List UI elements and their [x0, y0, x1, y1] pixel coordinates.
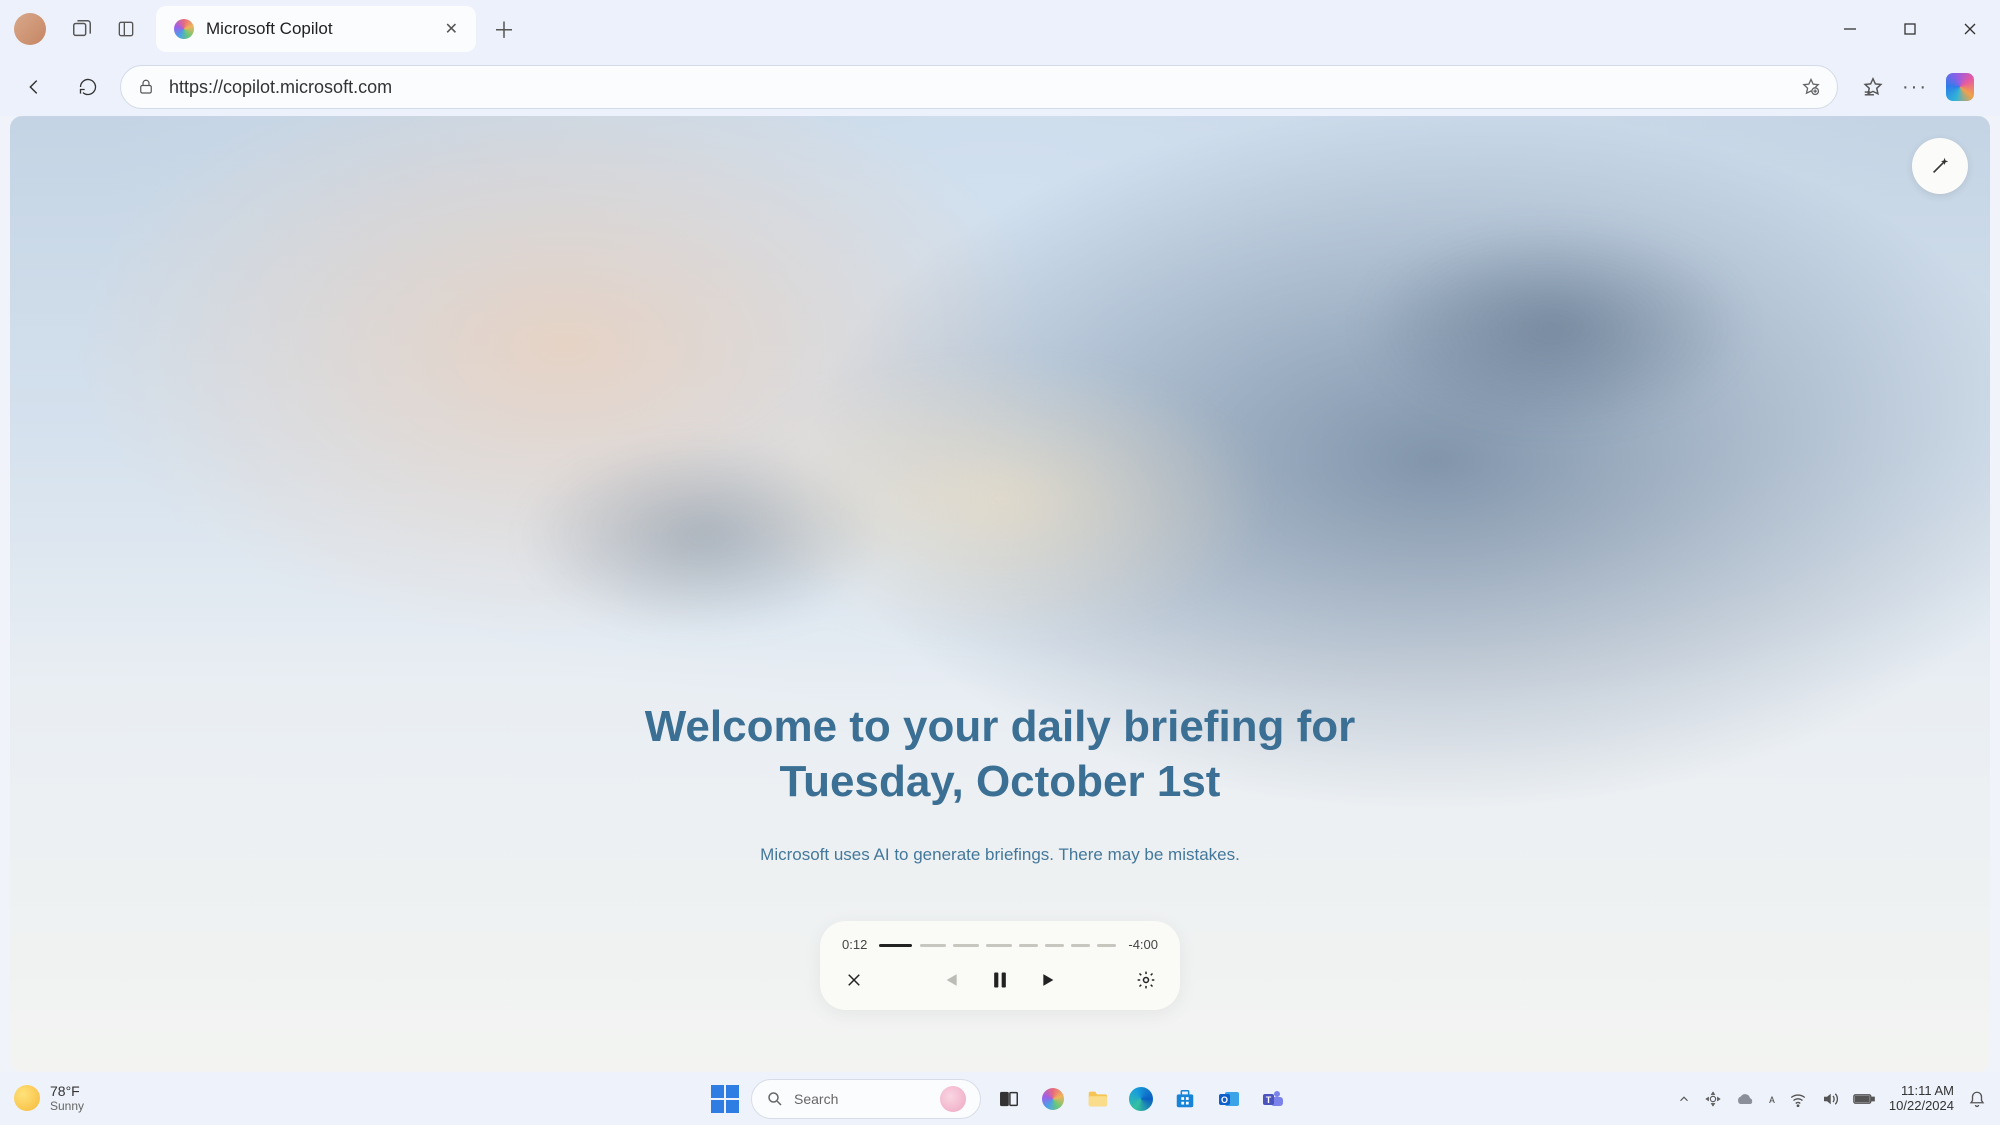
headline-line2: Tuesday, October 1st — [645, 754, 1356, 809]
clock-date: 10/22/2024 — [1889, 1099, 1954, 1114]
toolbar-right: ··· — [1848, 73, 1988, 101]
start-button[interactable] — [711, 1085, 739, 1113]
tray-chevron-icon[interactable] — [1677, 1092, 1691, 1106]
edge-icon[interactable] — [1125, 1083, 1157, 1115]
seek-track[interactable] — [879, 943, 1116, 947]
weather-temp: 78°F — [50, 1084, 84, 1099]
window-maximize-button[interactable] — [1880, 0, 1940, 58]
player-controls — [842, 968, 1158, 992]
address-bar-row: https://copilot.microsoft.com ··· — [0, 58, 2000, 116]
wifi-icon[interactable] — [1789, 1091, 1807, 1107]
copilot-sidebar-icon[interactable] — [1946, 73, 1974, 101]
task-view-icon[interactable] — [993, 1083, 1025, 1115]
copilot-taskbar-icon[interactable] — [1037, 1083, 1069, 1115]
tab-close-button[interactable]: ✕ — [445, 19, 458, 39]
new-tab-button[interactable]: ＋ — [482, 7, 526, 51]
favorites-button[interactable] — [1862, 76, 1884, 98]
clock-time: 11:11 AM — [1889, 1084, 1954, 1099]
browser-tab[interactable]: Microsoft Copilot ✕ — [156, 6, 476, 52]
player-settings-button[interactable] — [1134, 968, 1158, 992]
tray-sync-icon[interactable] — [1705, 1091, 1721, 1107]
skip-back-button[interactable] — [938, 968, 962, 992]
store-icon[interactable] — [1169, 1083, 1201, 1115]
favorite-star-icon[interactable] — [1801, 77, 1821, 97]
workspaces-icon[interactable] — [60, 7, 104, 51]
language-indicator[interactable]: ᴀ — [1769, 1092, 1775, 1106]
taskbar-search[interactable]: Search — [751, 1079, 981, 1119]
browser-chrome: Microsoft Copilot ✕ ＋ https://copilot.mi… — [0, 0, 2000, 116]
system-tray: ᴀ 11:11 AM 10/22/2024 — [1677, 1084, 1986, 1114]
url-text: https://copilot.microsoft.com — [169, 77, 1787, 98]
battery-icon[interactable] — [1853, 1092, 1875, 1106]
customize-wand-button[interactable] — [1912, 138, 1968, 194]
elapsed-time: 0:12 — [842, 937, 867, 952]
search-placeholder: Search — [794, 1091, 838, 1107]
window-minimize-button[interactable] — [1820, 0, 1880, 58]
onedrive-icon[interactable] — [1735, 1092, 1755, 1106]
sun-icon — [14, 1085, 40, 1111]
more-menu-button[interactable]: ··· — [1902, 76, 1928, 99]
progress-row: 0:12 -4:00 — [842, 937, 1158, 952]
svg-text:T: T — [1266, 1095, 1272, 1105]
briefing-headline: Welcome to your daily briefing for Tuesd… — [645, 699, 1356, 809]
back-button[interactable] — [12, 65, 56, 109]
tab-title: Microsoft Copilot — [206, 19, 433, 39]
profile-avatar[interactable] — [14, 13, 46, 45]
teams-icon[interactable]: T — [1257, 1083, 1289, 1115]
notifications-icon[interactable] — [1968, 1090, 1986, 1108]
file-explorer-icon[interactable] — [1081, 1083, 1113, 1115]
search-highlight-icon — [940, 1086, 966, 1112]
audio-player: 0:12 -4:00 — [820, 921, 1180, 1010]
volume-icon[interactable] — [1821, 1091, 1839, 1107]
refresh-button[interactable] — [66, 65, 110, 109]
windows-taskbar: 78°F Sunny Search O T ᴀ 11:11 AM 10/22/2… — [0, 1072, 2000, 1125]
taskbar-center: Search O T — [711, 1079, 1289, 1119]
window-controls — [1820, 0, 2000, 58]
headline-line1: Welcome to your daily briefing for — [645, 699, 1356, 754]
pause-button[interactable] — [988, 968, 1012, 992]
player-close-button[interactable] — [842, 968, 866, 992]
svg-text:O: O — [1221, 1095, 1228, 1105]
weather-condition: Sunny — [50, 1100, 84, 1113]
page-content: Welcome to your daily briefing for Tuesd… — [10, 116, 1990, 1072]
titlebar: Microsoft Copilot ✕ ＋ — [0, 0, 2000, 58]
tab-actions-icon[interactable] — [104, 7, 148, 51]
clock[interactable]: 11:11 AM 10/22/2024 — [1889, 1084, 1954, 1114]
site-info-icon[interactable] — [137, 78, 155, 96]
skip-forward-button[interactable] — [1038, 968, 1062, 992]
remaining-time: -4:00 — [1128, 937, 1158, 952]
outlook-icon[interactable]: O — [1213, 1083, 1245, 1115]
address-bar[interactable]: https://copilot.microsoft.com — [120, 65, 1838, 109]
weather-widget[interactable]: 78°F Sunny — [14, 1084, 84, 1113]
search-icon — [766, 1090, 784, 1108]
window-close-button[interactable] — [1940, 0, 2000, 58]
ai-disclaimer: Microsoft uses AI to generate briefings.… — [760, 845, 1240, 865]
copilot-favicon-icon — [174, 19, 194, 39]
